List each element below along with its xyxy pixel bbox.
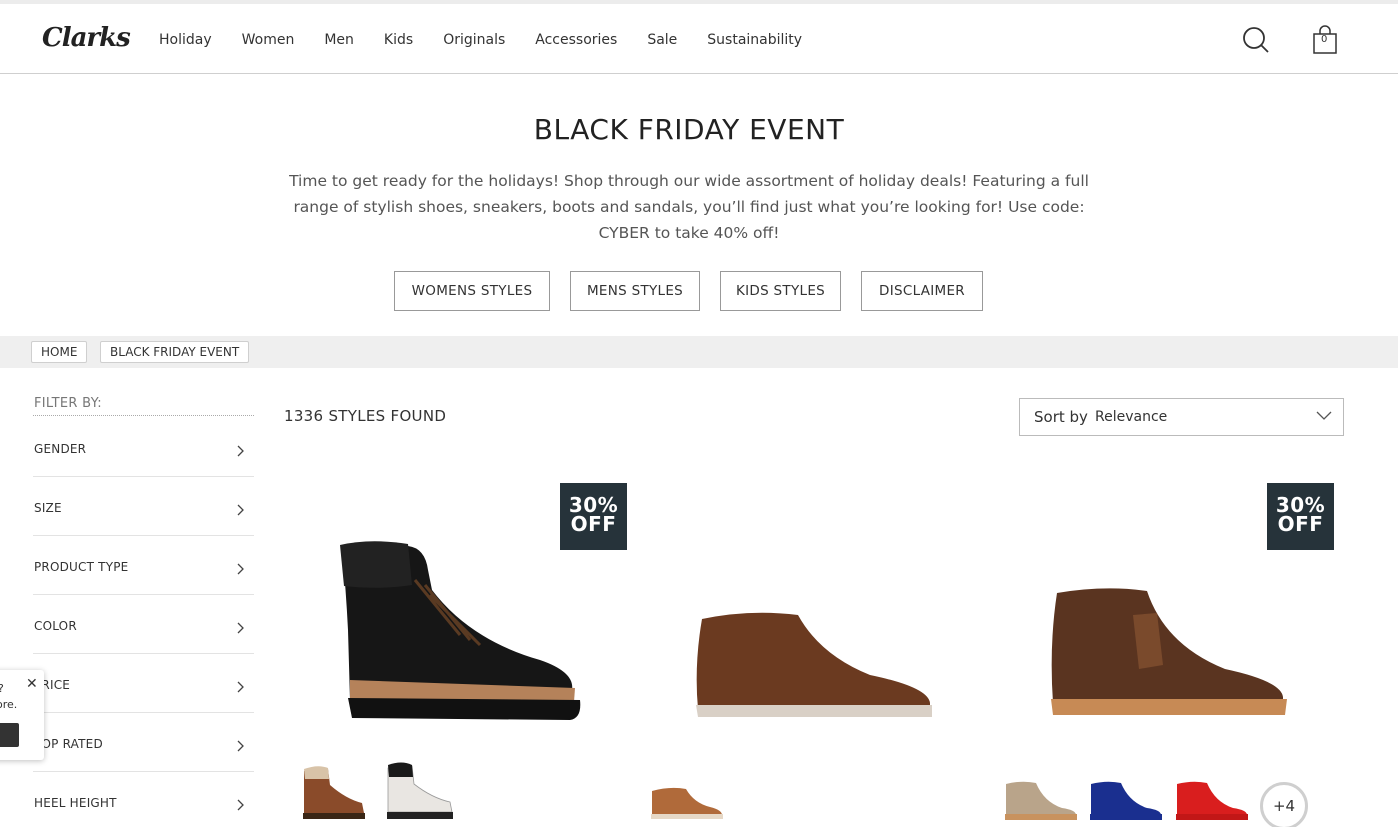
breadcrumb-current[interactable]: BLACK FRIDAY EVENT <box>100 341 250 363</box>
filter-gender[interactable]: GENDER <box>33 418 254 477</box>
product-image-black-boot[interactable] <box>330 540 590 725</box>
kids-styles-button[interactable]: KIDS STYLES <box>720 271 841 311</box>
nav-kids[interactable]: Kids <box>384 32 413 48</box>
chevron-right-icon <box>237 622 244 634</box>
filter-divider <box>33 415 254 416</box>
filter-title: FILTER BY: <box>34 396 102 411</box>
nav-accessories[interactable]: Accessories <box>535 32 617 48</box>
chevron-right-icon <box>237 799 244 811</box>
filter-top-rated[interactable]: TOP RATED <box>33 713 254 772</box>
filter-color[interactable]: COLOR <box>33 595 254 654</box>
sort-label: Sort by <box>1034 408 1088 426</box>
nav-men[interactable]: Men <box>324 32 354 48</box>
filter-label: PRODUCT TYPE <box>34 560 129 574</box>
filter-label: HEEL HEIGHT <box>34 796 117 810</box>
site-header: Clarks Holiday Women Men Kids Originals … <box>0 4 1398 74</box>
results-count: 1336 STYLES FOUND <box>284 407 447 425</box>
badge-off: OFF <box>570 512 617 536</box>
nav-sustainability[interactable]: Sustainability <box>707 32 802 48</box>
mens-styles-button[interactable]: MENS STYLES <box>570 271 700 311</box>
filter-price[interactable]: PRICE <box>33 654 254 713</box>
sort-value: Relevance <box>1095 409 1168 425</box>
filter-size[interactable]: SIZE <box>33 477 254 536</box>
sort-dropdown[interactable]: Sort by Relevance <box>1019 398 1344 436</box>
badge-off: OFF <box>1277 512 1324 536</box>
filter-label: SIZE <box>34 501 62 515</box>
filter-label: TOP RATED <box>34 737 103 751</box>
nav-sale[interactable]: Sale <box>647 32 677 48</box>
filter-label: COLOR <box>34 619 77 633</box>
filter-product-type[interactable]: PRODUCT TYPE <box>33 536 254 595</box>
discount-badge: 30% OFF <box>1267 483 1334 550</box>
more-colors-button[interactable]: +4 <box>1260 782 1308 827</box>
nav-holiday[interactable]: Holiday <box>159 32 212 48</box>
product-image-brown-chukka[interactable] <box>690 605 935 725</box>
search-icon[interactable] <box>1242 26 1270 54</box>
hero-description: Time to get ready for the holidays! Shop… <box>289 172 1089 242</box>
popup-text: ore. <box>0 698 18 711</box>
chevron-right-icon <box>237 563 244 575</box>
chevron-right-icon <box>237 740 244 752</box>
swatch-brown-boot[interactable] <box>298 765 368 821</box>
chevron-right-icon <box>237 445 244 457</box>
popup-button[interactable] <box>0 723 19 747</box>
filter-heel-height[interactable]: HEEL HEIGHT <box>33 772 254 827</box>
breadcrumb: HOME BLACK FRIDAY EVENT <box>0 336 1398 368</box>
product-image-desert-boot[interactable] <box>1045 585 1290 720</box>
filter-label: GENDER <box>34 442 87 456</box>
page-title: BLACK FRIDAY EVENT <box>533 113 845 146</box>
chevron-right-icon <box>237 504 244 516</box>
swatch-blue-desert-boot[interactable] <box>1087 780 1163 822</box>
swatch-red-desert-boot[interactable] <box>1173 780 1249 822</box>
chevron-right-icon <box>237 681 244 693</box>
popup-text: ? <box>0 682 4 695</box>
womens-styles-button[interactable]: WOMENS STYLES <box>394 271 550 311</box>
chat-popup: ? ✕ ore. <box>0 670 44 760</box>
breadcrumb-home[interactable]: HOME <box>31 341 88 363</box>
chevron-down-icon <box>1316 411 1332 420</box>
nav-women[interactable]: Women <box>242 32 295 48</box>
bag-count: 0 <box>1321 34 1328 45</box>
close-icon[interactable]: ✕ <box>26 676 38 692</box>
swatch-white-boot[interactable] <box>382 762 456 822</box>
main-nav: Holiday Women Men Kids Originals Accesso… <box>159 32 832 48</box>
swatch-tan-chukka[interactable] <box>648 785 724 821</box>
nav-originals[interactable]: Originals <box>443 32 505 48</box>
disclaimer-button[interactable]: DISCLAIMER <box>861 271 983 311</box>
clarks-logo[interactable]: Clarks <box>42 23 131 53</box>
swatch-sand-desert-boot[interactable] <box>1002 780 1078 822</box>
